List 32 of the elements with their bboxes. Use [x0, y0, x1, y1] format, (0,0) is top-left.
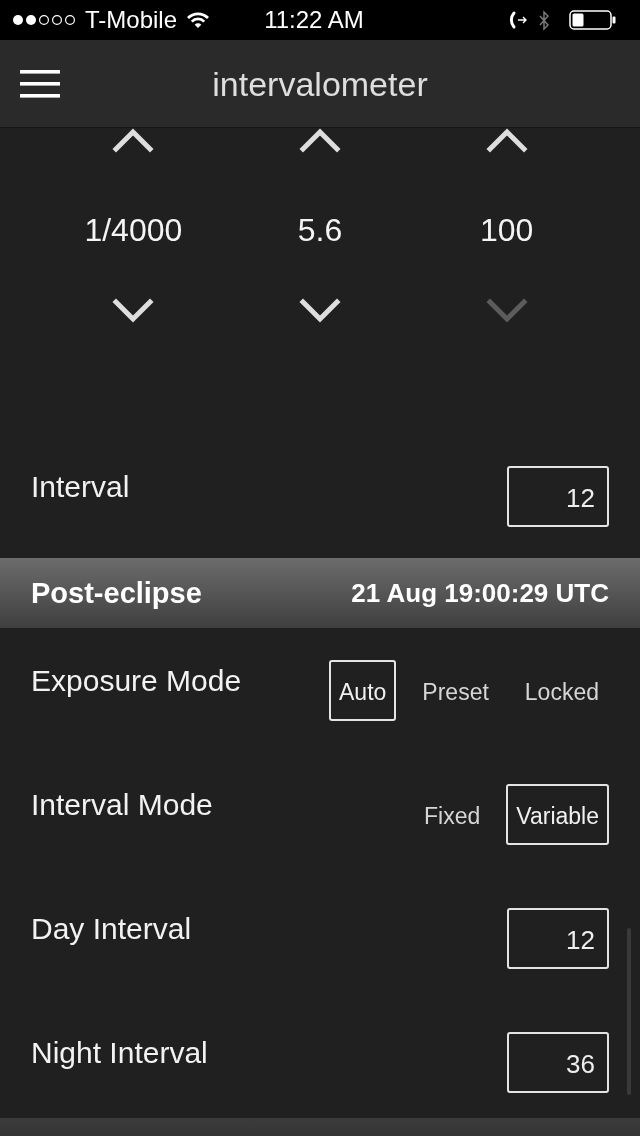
wifi-icon	[186, 11, 211, 29]
carrier-name: T-Mobile	[85, 6, 178, 34]
chevron-down-icon[interactable]	[112, 298, 155, 323]
mode-option[interactable]: Variable	[506, 784, 609, 845]
setting-label: Day Interval	[31, 911, 192, 947]
section-time: 21 Aug 19:00:29 UTC	[351, 577, 609, 609]
chevron-up-icon[interactable]	[299, 128, 341, 153]
stepper-value: 1/4000	[84, 211, 183, 250]
mode-option[interactable]: Preset	[412, 660, 499, 721]
mode-option[interactable]: Locked	[514, 660, 609, 721]
menu-icon[interactable]	[20, 69, 60, 98]
battery-icon	[569, 10, 616, 30]
bluetooth-icon	[539, 9, 549, 31]
setting-label: Exposure Mode	[31, 663, 242, 699]
chevron-down-icon[interactable]	[299, 298, 341, 323]
signal-strength-icon	[12, 14, 76, 26]
clock-time: 11:22 AM	[264, 6, 364, 34]
number-field[interactable]: 12	[507, 908, 609, 969]
phone-arrow-icon	[509, 10, 528, 30]
number-field[interactable]: 12	[507, 466, 609, 527]
chevron-up-icon[interactable]	[485, 128, 528, 153]
stepper-value: 100	[479, 211, 534, 250]
setting-label: Interval Mode	[31, 787, 213, 823]
number-field[interactable]: 36	[507, 1032, 609, 1093]
setting-label: Night Interval	[31, 1035, 208, 1071]
section-title: Post-eclipse	[31, 576, 202, 610]
mode-option[interactable]: Fixed	[414, 784, 491, 845]
stepper-value: 5.6	[297, 211, 343, 250]
chevron-up-icon[interactable]	[112, 128, 155, 153]
mode-option[interactable]: Auto	[329, 660, 397, 721]
setting-label: Interval	[31, 469, 130, 505]
screen-title: intervalometer	[212, 63, 428, 104]
